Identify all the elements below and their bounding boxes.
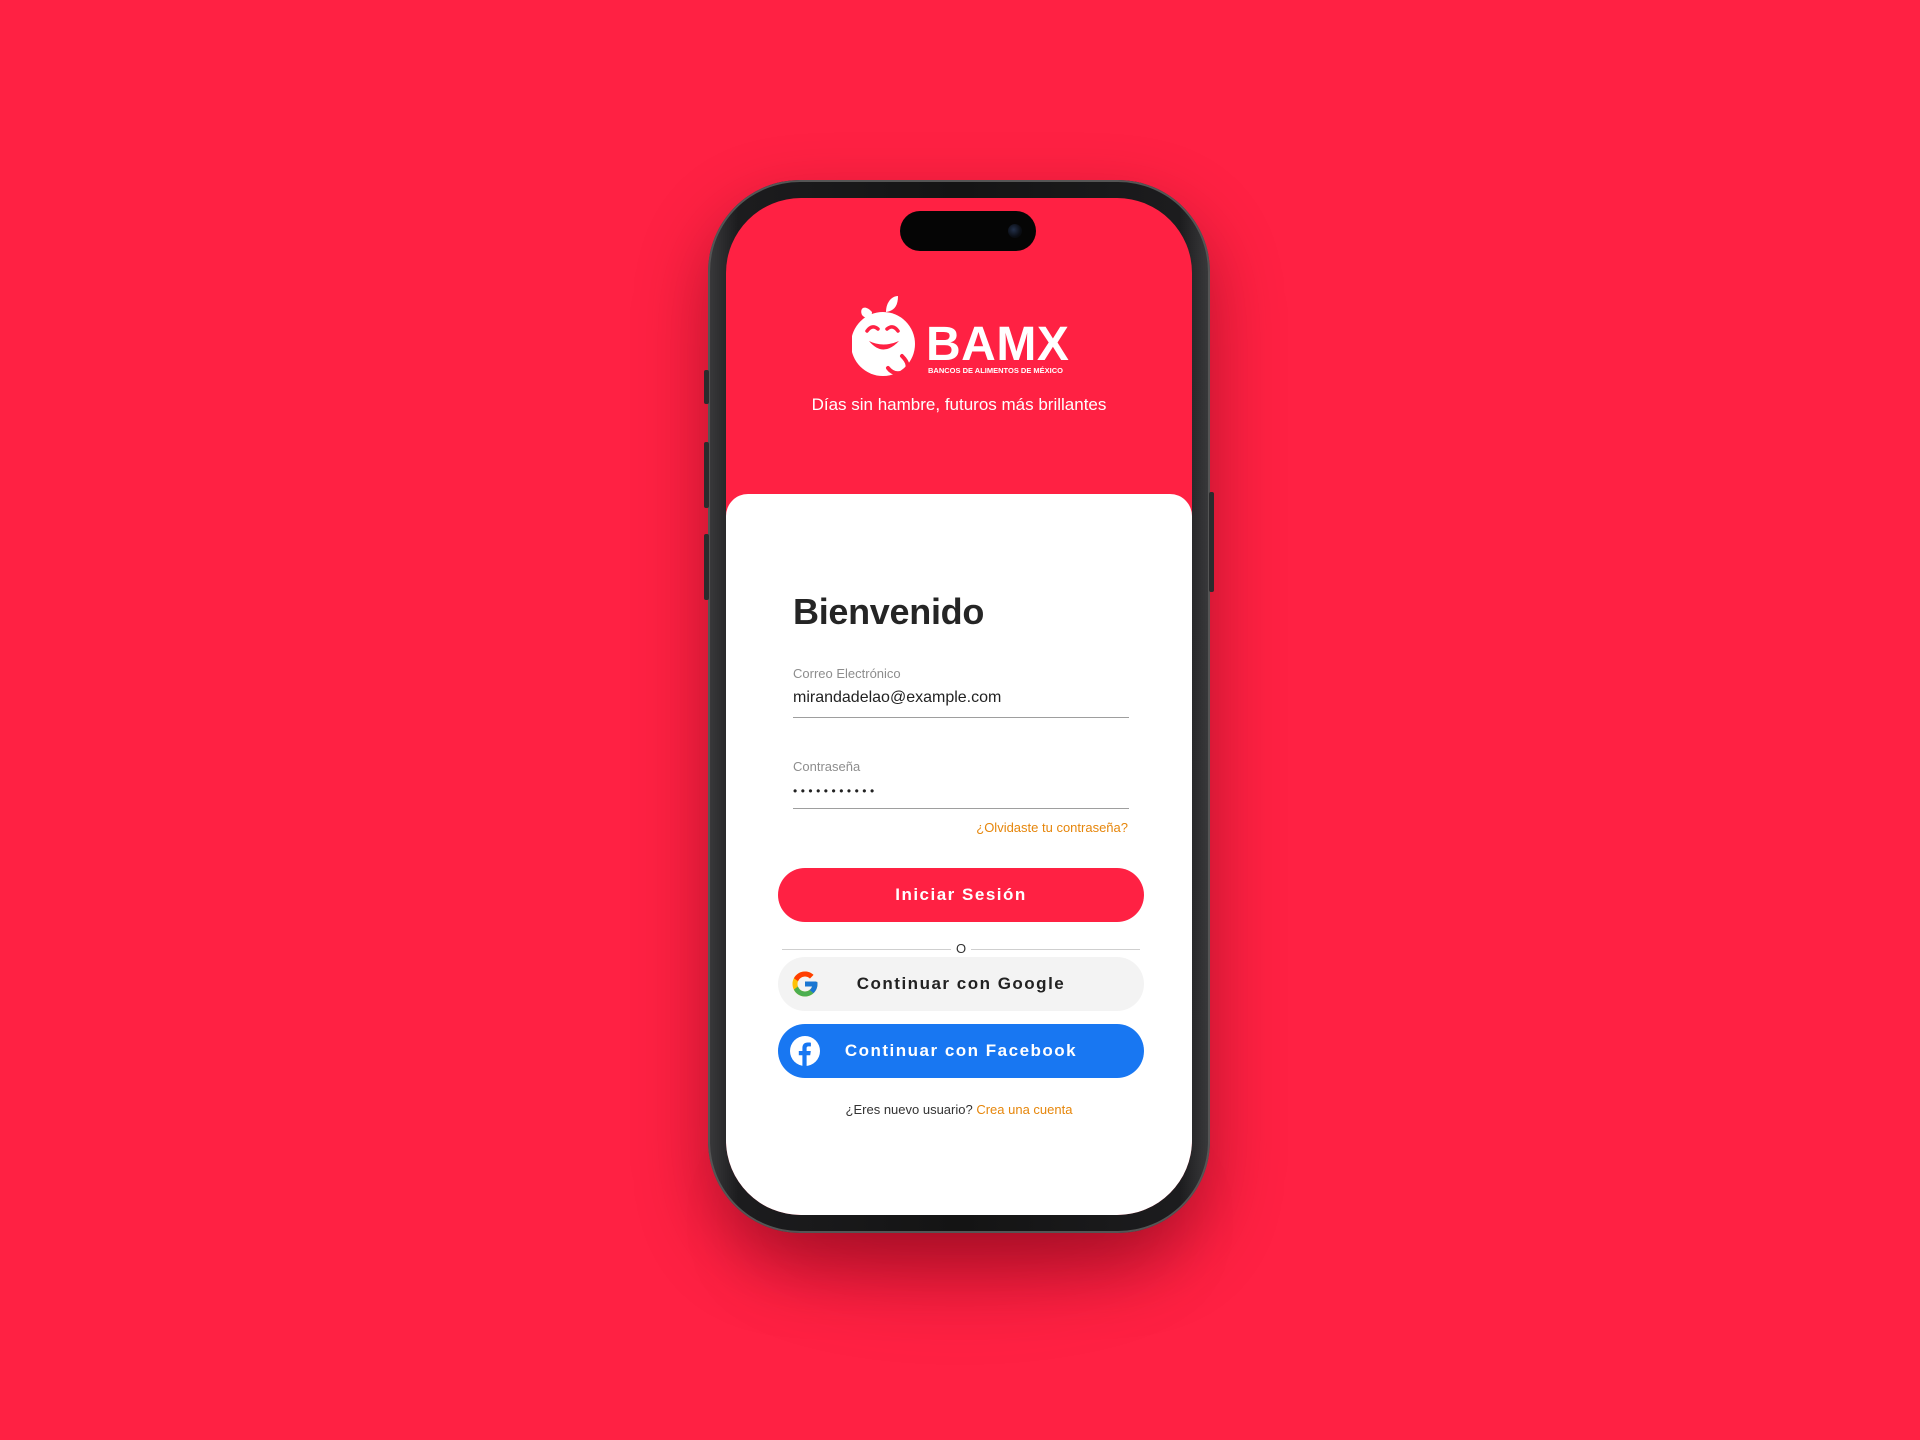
login-button[interactable]: Iniciar Sesión [778,868,1144,922]
google-button-label: Continuar con Google [856,974,1066,993]
email-input[interactable]: mirandadelao@example.com [793,681,1129,718]
volume-down-button [704,534,709,600]
password-label: Contraseña [793,759,861,774]
phone-frame: BAMX BANCOS DE ALIMENTOS DE MÉXICO Días … [704,180,1214,1233]
facebook-icon [790,1036,820,1066]
email-field[interactable]: Correo Electrónico mirandadelao@example.… [793,666,1129,718]
password-input[interactable]: ••••••••••• [793,774,1129,809]
phone-screen: BAMX BANCOS DE ALIMENTOS DE MÉXICO Días … [726,198,1192,1215]
signup-link[interactable]: Crea una cuenta [976,1102,1072,1117]
email-label: Correo Electrónico [793,666,901,681]
facebook-signin-button[interactable]: Continuar con Facebook [778,1024,1144,1078]
google-signin-button[interactable]: Continuar con Google [778,957,1144,1011]
tagline: Días sin hambre, futuros más brillantes [811,395,1107,414]
bamx-logo-mark: BAMX BANCOS DE ALIMENTOS DE MÉXICO [851,296,1069,376]
or-divider: O [782,941,1140,957]
dynamic-island [900,211,1036,251]
google-icon [790,969,820,999]
action-button [704,370,709,404]
signup-prompt: ¿Eres nuevo usuario? Crea una cuenta [726,1102,1192,1117]
front-camera-icon [1008,224,1022,238]
login-card: Bienvenido Correo Electrónico mirandadel… [726,494,1192,1215]
power-button [1209,492,1214,592]
logo-wordmark: BAMX [926,318,1069,371]
facebook-button-label: Continuar con Facebook [844,1041,1078,1060]
bamx-logo: BAMX BANCOS DE ALIMENTOS DE MÉXICO [851,290,1082,382]
divider-text: O [955,941,967,956]
volume-up-button [704,442,709,508]
logo-subtitle: BANCOS DE ALIMENTOS DE MÉXICO [928,366,1063,375]
signup-prompt-text: ¿Eres nuevo usuario? [845,1102,973,1117]
forgot-password-link[interactable]: ¿Olvidaste tu contraseña? [976,820,1128,835]
login-button-label: Iniciar Sesión [895,885,1027,904]
password-field[interactable]: Contraseña ••••••••••• [793,759,1129,809]
page-title: Bienvenido [793,591,985,632]
